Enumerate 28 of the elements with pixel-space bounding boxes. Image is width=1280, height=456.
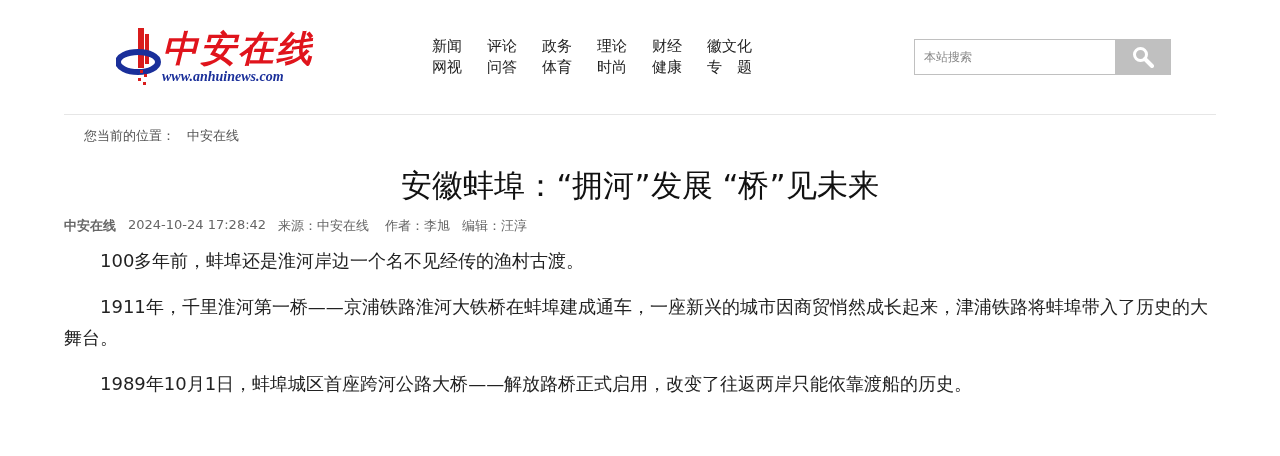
editor-text: 编辑：汪淳 [462,217,528,235]
article-title: 安徽蚌埠：“拥河”发展 “桥”见未来 [400,166,880,205]
nav-link[interactable]: 财经 [652,36,707,57]
search-button[interactable] [1115,39,1171,75]
search-icon [1132,46,1154,68]
nav-link[interactable]: 新闻 [432,36,487,57]
nav-link[interactable]: 政务 [542,36,597,57]
publish-date: 2024-10-24 17:28:42 [128,217,267,234]
nav-link[interactable]: 健康 [652,57,707,78]
logo-url: www.anhuinews.com [162,69,285,85]
site-name: 中安在线 [64,217,116,235]
breadcrumb-link[interactable]: 中安在线 [187,128,239,143]
nav-link[interactable]: 评论 [487,36,542,57]
nav-link[interactable]: 时尚 [597,57,652,78]
search-field[interactable]: 本站搜索 [914,39,1115,75]
breadcrumb-label: 您当前的位置： [84,128,175,143]
paragraph: 1911年，千里淮河第一桥——京浦铁路淮河大铁桥在蚌埠建成通车，一座新兴的城市因商贸悄然成长起来，津浦铁路将蚌埠带入了历史的大舞台。 [64,295,1209,350]
author-text: 作者：李旭 [385,217,451,235]
nav-link[interactable]: 网视 [432,57,487,78]
logo-title: 中安在线 [162,29,314,69]
source-text: 来源：中安在线 [278,217,370,235]
nav-link[interactable]: 专 题 [707,57,762,78]
nav-link[interactable]: 体育 [542,57,597,78]
nav-link[interactable]: 问答 [487,57,542,78]
nav-link[interactable]: 理论 [597,36,652,57]
paragraph: 100多年前，蚌埠还是淮河岸边一个名不见经传的渔村古渡。 [99,249,586,273]
paragraph: 1989年10月1日，蚌埠城区首座跨河公路大桥——解放路桥正式启用，改变了往返两岸只能依靠渡船的历史。 [99,372,974,396]
nav-link[interactable]: 徽文化 [707,36,762,57]
